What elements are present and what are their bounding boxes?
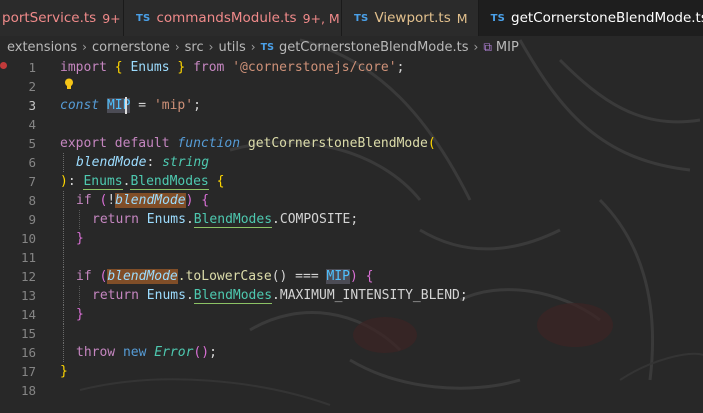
code-text: } <box>76 231 84 246</box>
code-line: 15 <box>0 324 703 343</box>
tab-get-cornerstone-blend-mode[interactable]: TS getCornerstoneBlendMode.ts × <box>478 0 703 36</box>
indent-guide <box>63 305 66 324</box>
line-number: 3 <box>28 98 36 113</box>
typescript-icon: TS <box>260 41 274 53</box>
code-line: 12 if (blendMode.toLowerCase() === MIP) … <box>0 267 703 286</box>
indent-guide <box>63 343 66 362</box>
code-text: ): Enums.BlendModes { <box>60 174 225 190</box>
tab-modified-badge: M <box>456 10 468 26</box>
breadcrumb-item[interactable]: extensions <box>7 40 77 55</box>
breadcrumb-symbol[interactable]: MIP <box>496 40 519 55</box>
breadcrumb-file[interactable]: getCornerstoneBlendMode.ts <box>279 40 469 55</box>
code-text: return Enums.BlendModes.MAXIMUM_INTENSIT… <box>92 288 468 304</box>
typescript-icon: TS <box>354 12 369 24</box>
line-number: 4 <box>28 117 36 132</box>
indent-guide <box>79 210 82 229</box>
code-line: 2 <box>0 77 703 96</box>
code-line: 8 if (!blendMode) { <box>0 191 703 210</box>
line-number: 9 <box>28 212 36 227</box>
code-line: 13 return Enums.BlendModes.MAXIMUM_INTEN… <box>0 286 703 305</box>
tab-commands-module[interactable]: TS commandsModule.ts 9+, M <box>124 0 342 36</box>
code-line: 6 blendMode: string <box>0 153 703 172</box>
indent-guide <box>63 191 66 210</box>
code-text: } <box>76 307 84 322</box>
line-number: 6 <box>28 155 36 170</box>
indent-guide <box>63 153 66 172</box>
chevron-right-icon: › <box>174 40 180 54</box>
line-number: 1 <box>28 60 36 75</box>
line-number: 14 <box>20 307 36 322</box>
line-number: 17 <box>20 364 36 379</box>
code-text: return Enums.BlendModes.COMPOSITE; <box>92 212 359 228</box>
line-number: 13 <box>20 288 36 303</box>
tab-label: commandsModule.ts <box>156 10 297 26</box>
line-number: 15 <box>20 326 36 341</box>
chevron-right-icon: › <box>82 40 87 54</box>
indent-guide <box>63 267 66 286</box>
code-line: 11 <box>0 248 703 267</box>
code-text: import { Enums } from '@cornerstonejs/co… <box>60 60 405 75</box>
code-line: 3 const MIP = 'mip'; <box>0 96 703 115</box>
tab-label: portService.ts <box>2 10 97 26</box>
line-number: 10 <box>20 231 36 246</box>
code-line: 16 throw new Error(); <box>0 343 703 362</box>
lightbulb-icon[interactable] <box>64 78 74 90</box>
tab-problem-count: 9+, M <box>302 10 340 26</box>
cube-icon: ⧉ <box>483 39 492 54</box>
line-number: 12 <box>20 269 36 284</box>
typescript-icon: TS <box>490 12 505 24</box>
line-number: 8 <box>28 193 36 208</box>
tab-problem-count: 9+ <box>102 10 121 26</box>
tab-viewport[interactable]: TS Viewport.ts M <box>342 0 479 36</box>
chevron-right-icon: › <box>473 40 479 54</box>
tab-label: getCornerstoneBlendMode.ts <box>511 10 703 26</box>
code-text: export default function getCornerstoneBl… <box>60 136 436 151</box>
indent-guide <box>79 286 82 305</box>
tab-port-service[interactable]: portService.ts 9+ <box>0 0 124 36</box>
chevron-right-icon: › <box>250 40 256 54</box>
tab-label: Viewport.ts <box>374 10 451 26</box>
indent-guide <box>63 324 66 343</box>
breadcrumb-item[interactable]: cornerstone <box>92 40 170 55</box>
line-number: 5 <box>28 136 36 151</box>
code-text: blendMode: string <box>76 155 210 170</box>
code-line: 7 ): Enums.BlendModes { <box>0 172 703 191</box>
indent-guide <box>63 286 66 305</box>
code-line: 10 } <box>0 229 703 248</box>
indent-guide <box>63 248 66 267</box>
editor-window: portService.ts 9+ TS commandsModule.ts 9… <box>0 0 703 413</box>
code-editor[interactable]: 1 import { Enums } from '@cornerstonejs/… <box>0 58 703 413</box>
tab-bar: portService.ts 9+ TS commandsModule.ts 9… <box>0 0 703 36</box>
line-number: 11 <box>20 250 36 265</box>
line-number: 18 <box>20 383 36 398</box>
code-line: 4 <box>0 115 703 134</box>
code-text: throw new Error(); <box>76 345 217 360</box>
line-number: 16 <box>20 345 36 360</box>
code-line: 18 <box>0 381 703 400</box>
chevron-right-icon: › <box>208 40 214 54</box>
code-text: if (!blendMode) { <box>76 193 210 208</box>
code-text: } <box>60 364 68 379</box>
code-line: 1 import { Enums } from '@cornerstonejs/… <box>0 58 703 77</box>
code-line: 5 export default function getCornerstone… <box>0 134 703 153</box>
typescript-icon: TS <box>136 12 151 24</box>
code-text: if (blendMode.toLowerCase() === MIP) { <box>76 269 374 284</box>
line-number: 2 <box>28 79 36 94</box>
breadcrumb-item[interactable]: src <box>185 40 204 55</box>
line-number: 7 <box>28 174 36 189</box>
code-line: 14 } <box>0 305 703 324</box>
code-text: const MIP = 'mip'; <box>60 98 201 113</box>
indent-guide <box>63 210 66 229</box>
code-line: 17 } <box>0 362 703 381</box>
breadcrumb: extensions › cornerstone › src › utils ›… <box>0 36 703 58</box>
indent-guide <box>63 229 66 248</box>
breadcrumb-item[interactable]: utils <box>218 40 245 55</box>
code-line: 9 return Enums.BlendModes.COMPOSITE; <box>0 210 703 229</box>
text-cursor <box>125 97 127 114</box>
